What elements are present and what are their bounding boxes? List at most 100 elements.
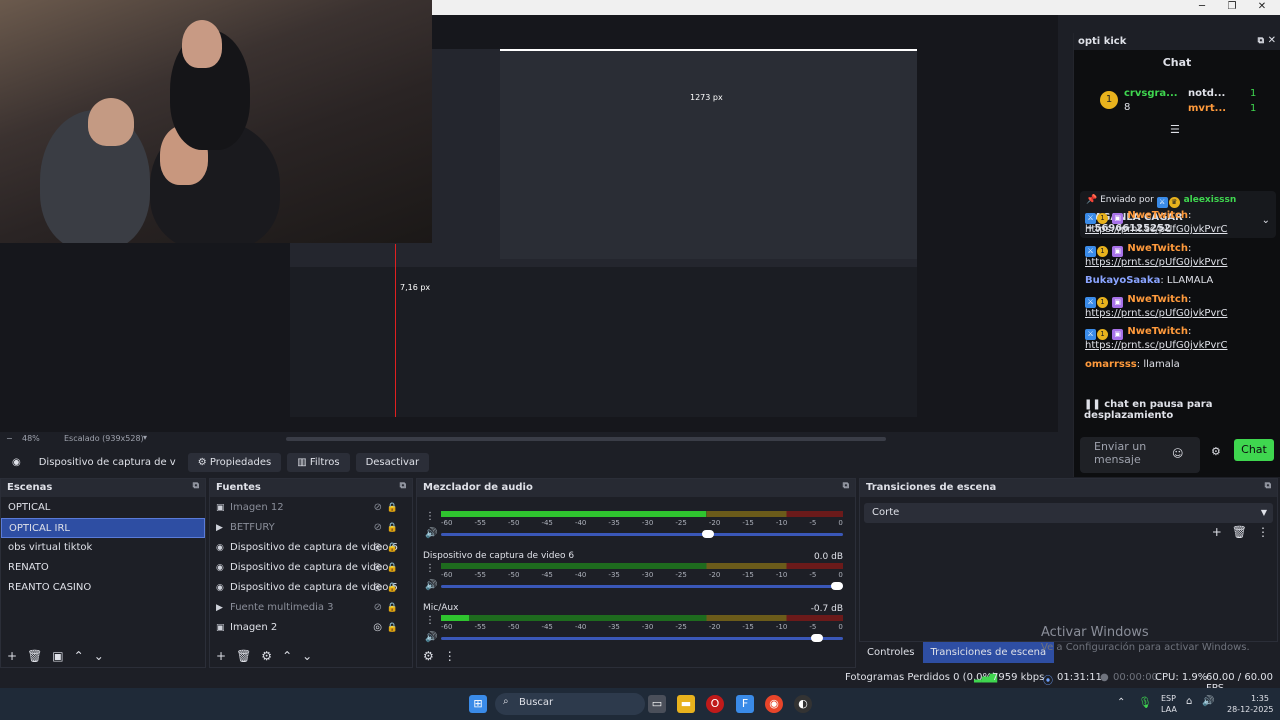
dock-undock-icon[interactable]: ⧉ (1258, 36, 1264, 46)
eye-hidden-icon[interactable]: ⊘ (374, 518, 382, 538)
source-item[interactable]: ◉ Dispositivo de captura de video 5 ◎ 🔒 (210, 578, 412, 598)
chat-username[interactable]: omarrsss (1085, 359, 1137, 370)
leader-name[interactable]: notd... (1188, 88, 1225, 99)
chat-paused-banner[interactable]: ❚❚ chat en pausa para desplazamiento (1074, 397, 1280, 423)
lock-icon[interactable]: 🔒 (387, 618, 398, 638)
lock-icon[interactable]: 🔒 (387, 598, 398, 618)
chat-username[interactable]: BukayoSaaka (1085, 275, 1160, 286)
eye-hidden-icon[interactable]: ⊘ (374, 598, 382, 618)
volume-slider[interactable] (441, 634, 843, 642)
more-icon[interactable]: ⋮ (425, 615, 435, 626)
chat-message[interactable]: ⚔ 1 ▣ NweTwitch: https://prnt.sc/pUfG0jvk… (1074, 207, 1280, 240)
more-icon[interactable]: ⋮ (425, 511, 435, 522)
chat-message[interactable]: ⚔ 1 ▣ NweTwitch: https://prnt.sc/pUfG0jvk… (1074, 323, 1280, 356)
chat-link[interactable]: https://prnt.sc/pUfG0jvkPvrC (1085, 308, 1227, 319)
chat-send-button[interactable]: Chat (1234, 439, 1274, 461)
volume-knob[interactable] (831, 582, 843, 590)
chat-message[interactable]: ⚔ 1 ▣ NweTwitch: https://prnt.sc/pUfG0jvk… (1074, 240, 1280, 273)
speaker-icon[interactable]: 🔊 (425, 528, 437, 539)
gear-icon[interactable]: ⚙ (261, 649, 272, 663)
trash-icon[interactable]: 🗑 (27, 649, 42, 663)
eye-icon[interactable]: ◎ (373, 558, 382, 578)
eye-hidden-icon[interactable]: ⊘ (374, 498, 382, 518)
source-item[interactable]: ◉ Dispositivo de captura de video 6 ◎ 🔒 (210, 538, 412, 558)
scene-item-optical[interactable]: OPTICAL (1, 498, 205, 518)
folder-icon[interactable]: ▬ (677, 695, 695, 713)
scene-item-obs-virtual-tiktok[interactable]: obs virtual tiktok (1, 538, 205, 558)
filter-icon[interactable]: ▣ (52, 649, 63, 663)
gear-icon[interactable]: ⚙ (423, 649, 434, 663)
taskbar-search[interactable]: ⌕ Buscar (495, 693, 645, 715)
zoom-out-icon[interactable]: − (6, 434, 13, 443)
volume-slider[interactable] (441, 530, 843, 538)
lock-icon[interactable]: 🔒 (387, 578, 398, 598)
chat-username[interactable]: NweTwitch (1127, 326, 1188, 337)
mic-icon[interactable]: 🎙 (1138, 696, 1152, 709)
app-icon[interactable]: F (736, 695, 754, 713)
dock-undock-icon[interactable]: ⧉ (843, 481, 849, 491)
chrome-icon[interactable]: ◉ (765, 695, 783, 713)
emoji-icon[interactable]: ☺ (1172, 447, 1183, 460)
chevron-down-icon[interactable]: ▾ (143, 433, 147, 442)
chat-message[interactable]: ⚔ 1 ▣ NweTwitch: https://prnt.sc/pUfG0jvk… (1074, 291, 1280, 324)
chat-username[interactable]: NweTwitch (1127, 210, 1188, 221)
lock-icon[interactable]: 🔒 (387, 518, 398, 538)
source-item[interactable]: ◉ Dispositivo de captura de video ◎ 🔒 (210, 558, 412, 578)
chevron-down-icon[interactable]: ⌄ (94, 649, 104, 663)
volume-knob[interactable] (702, 530, 715, 538)
tab-transitions[interactable]: Transiciones de escena (922, 642, 1055, 663)
tab-controls[interactable]: Controles (859, 642, 923, 663)
chat-username[interactable]: NweTwitch (1127, 243, 1188, 254)
source-item[interactable]: ▶ Fuente multimedia 3 ⊘ 🔒 (210, 598, 412, 618)
add-icon[interactable]: + (216, 649, 226, 663)
deactivate-button[interactable]: Desactivar (355, 452, 430, 472)
lock-icon[interactable]: 🔒 (387, 558, 398, 578)
leader-name[interactable]: mvrt... (1188, 103, 1226, 114)
volume-knob[interactable] (810, 634, 823, 642)
restore-button[interactable]: ❐ (1217, 0, 1247, 15)
chat-link[interactable]: https://prnt.sc/pUfG0jvkPvrC (1085, 340, 1227, 351)
minimize-button[interactable]: ─ (1187, 0, 1217, 15)
source-item[interactable]: ▣ Imagen 12 ⊘ 🔒 (210, 498, 412, 518)
source-item[interactable]: ▣ Imagen 2 ◎ 🔒 (210, 618, 412, 638)
chat-link[interactable]: https://prnt.sc/pUfG0jvkPvrC (1085, 224, 1227, 235)
transition-select[interactable]: Corte ▼ (864, 503, 1273, 523)
clock-time[interactable]: 1:35 (1251, 694, 1269, 703)
chat-message[interactable]: omarrsss: llamala (1074, 356, 1280, 375)
more-icon[interactable]: ⋮ (1257, 525, 1269, 539)
gear-icon[interactable]: ⚙ (1211, 445, 1221, 458)
chevron-up-icon[interactable]: ⌃ (1117, 697, 1125, 708)
eye-icon[interactable]: ◎ (373, 618, 382, 638)
speaker-icon[interactable]: 🔊 (425, 632, 437, 643)
filters-button[interactable]: ▥ Filtros (287, 452, 350, 472)
volume-slider[interactable] (441, 582, 843, 590)
scene-item-reanto-casino[interactable]: REANTO CASINO (1, 578, 205, 598)
chevron-up-icon[interactable]: ⌃ (74, 649, 84, 663)
chevron-up-icon[interactable]: ⌃ (282, 649, 292, 663)
more-icon[interactable]: ⋮ (425, 563, 435, 574)
chevron-down-icon[interactable]: ⌄ (302, 649, 312, 663)
speaker-icon[interactable]: 🔊 (425, 580, 437, 591)
lock-icon[interactable]: 🔒 (387, 538, 398, 558)
scene-item-renato[interactable]: RENATO (1, 558, 205, 578)
lock-icon[interactable]: 🔒 (387, 498, 398, 518)
network-icon[interactable]: ⌂ (1186, 696, 1192, 707)
close-icon[interactable]: ✕ (1268, 35, 1276, 46)
add-icon[interactable]: + (7, 649, 17, 663)
add-icon[interactable]: + (1212, 525, 1222, 539)
volume-icon[interactable]: 🔊 (1202, 696, 1214, 707)
windows-start-icon[interactable]: ⊞ (469, 695, 487, 713)
properties-button[interactable]: ⚙ Propiedades (187, 452, 282, 472)
lang-label[interactable]: ESP (1161, 694, 1176, 703)
eye-icon[interactable]: ◎ (373, 538, 382, 558)
chat-username[interactable]: NweTwitch (1127, 294, 1188, 305)
leader-name[interactable]: crvsgra... (1124, 88, 1178, 99)
obs-icon[interactable]: ◐ (794, 695, 812, 713)
dock-undock-icon[interactable]: ⧉ (193, 481, 199, 491)
trash-icon[interactable]: 🗑 (1232, 525, 1247, 539)
close-button[interactable]: ✕ (1247, 0, 1277, 15)
dock-undock-icon[interactable]: ⧉ (1265, 481, 1271, 491)
preview-scrollbar[interactable] (286, 437, 886, 441)
expand-icon[interactable]: ☰ (1170, 123, 1180, 136)
chat-link[interactable]: https://prnt.sc/pUfG0jvkPvrC (1085, 257, 1227, 268)
